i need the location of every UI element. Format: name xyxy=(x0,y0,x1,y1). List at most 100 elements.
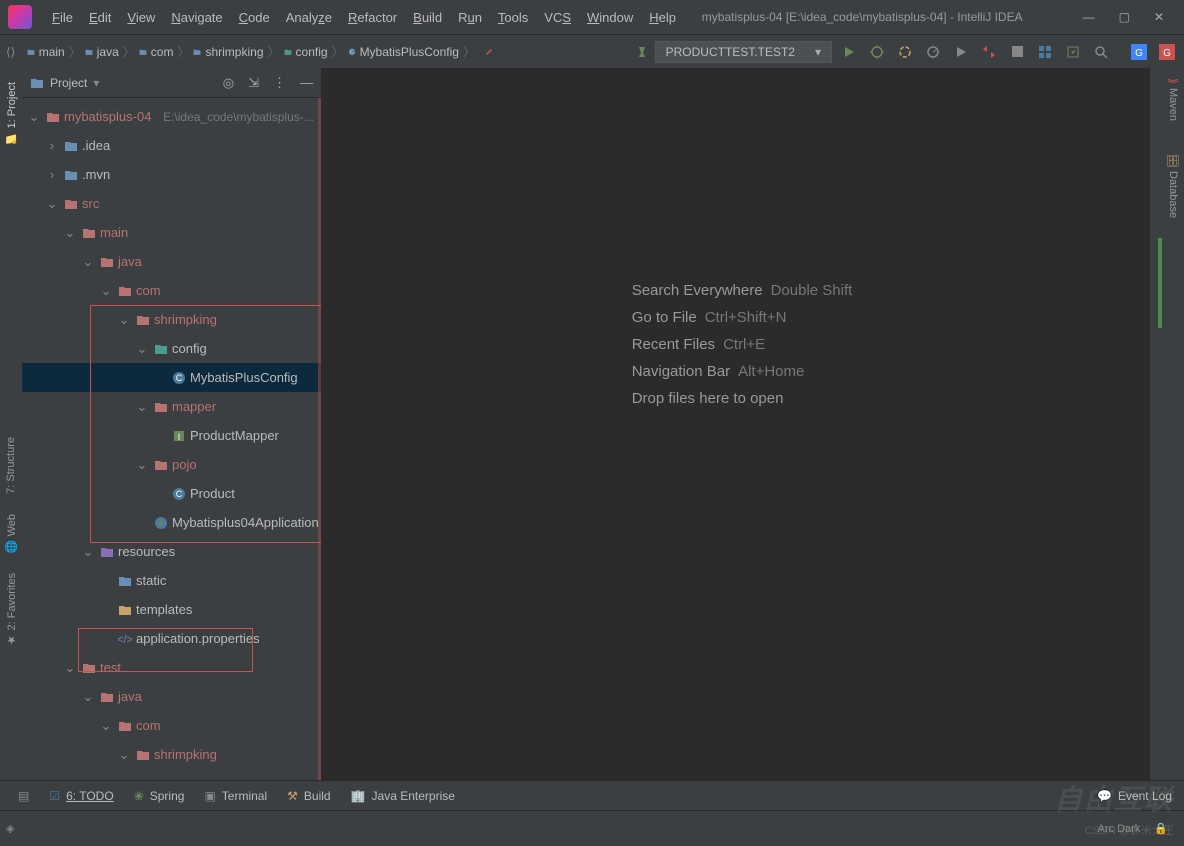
collapse-icon[interactable]: ⇲ xyxy=(248,75,259,91)
tree-productmapper[interactable]: IProductMapper xyxy=(22,421,321,450)
bc-com[interactable]: com xyxy=(139,45,174,59)
hint-recent: Recent FilesCtrl+E xyxy=(632,336,853,353)
sidebar-title[interactable]: Project xyxy=(50,76,87,90)
svg-text:C: C xyxy=(176,373,183,383)
debug-button[interactable] xyxy=(866,41,888,63)
hint-drop: Drop files here to open xyxy=(632,390,853,407)
tree-java2[interactable]: ⌄java xyxy=(22,682,321,711)
tree-src[interactable]: ⌄src xyxy=(22,189,321,218)
editor-empty-state: Search EverywhereDouble Shift Go to File… xyxy=(322,68,1162,780)
tree-mvn[interactable]: ›.mvn xyxy=(22,160,321,189)
app-icon xyxy=(8,5,32,29)
menu-window[interactable]: Window xyxy=(581,8,639,27)
tab-web[interactable]: 🌐 Web xyxy=(5,510,18,557)
tree-mybatisplusconfig[interactable]: CMybatisPlusConfig xyxy=(22,363,321,392)
window-title: mybatisplus-04 [E:\idea_code\mybatisplus… xyxy=(702,10,1023,24)
bc-java[interactable]: java xyxy=(85,45,119,59)
sync-icon[interactable] xyxy=(1062,41,1084,63)
project-sidebar: Project ▾ ◎ ⇲ ⋮ — ⌄mybatisplus-04 E:\ide… xyxy=(22,68,322,780)
settings-icon[interactable]: ⋮ xyxy=(273,75,286,91)
g-icon[interactable]: G xyxy=(1156,41,1178,63)
menu-help[interactable]: Help xyxy=(643,8,682,27)
tree-resources[interactable]: ⌄resources xyxy=(22,537,321,566)
footer-layers-icon[interactable]: ◈ xyxy=(6,822,14,835)
run-button[interactable] xyxy=(838,41,860,63)
tree-templates[interactable]: templates xyxy=(22,595,321,624)
tree-shrimpking2[interactable]: ⌄shrimpking xyxy=(22,740,321,769)
tree-scroll-indicator xyxy=(318,98,321,780)
minimize-button[interactable]: — xyxy=(1083,10,1095,24)
tree-com[interactable]: ⌄com xyxy=(22,276,321,305)
tab-maven[interactable]: ⟫Maven xyxy=(1167,74,1180,125)
close-button[interactable]: ✕ xyxy=(1154,10,1164,24)
menu-view[interactable]: View xyxy=(121,8,161,27)
menu-tools[interactable]: Tools xyxy=(492,8,534,27)
menu-file[interactable]: File xyxy=(46,8,79,27)
status-bar: ▤ ☑6: TODO ❀Spring ▣Terminal ⚒Build 🏢Jav… xyxy=(0,780,1184,810)
navigation-bar: ⟨⟩ main〉 java〉 com〉 shrimpking〉 config〉 … xyxy=(0,34,1184,68)
tree-root[interactable]: ⌄mybatisplus-04 E:\idea_code\mybatisplus… xyxy=(22,102,321,131)
tree-main[interactable]: ⌄main xyxy=(22,218,321,247)
stop-button[interactable] xyxy=(1006,41,1028,63)
coverage-button[interactable] xyxy=(894,41,916,63)
maximize-button[interactable]: ▢ xyxy=(1119,10,1130,24)
tree-appprops[interactable]: </>application.properties xyxy=(22,624,321,653)
bc-shrimpking[interactable]: shrimpking xyxy=(193,45,263,59)
test-icon xyxy=(635,45,649,59)
sb-jee[interactable]: 🏢Java Enterprise xyxy=(351,789,455,803)
tree-test[interactable]: ⌄test xyxy=(22,653,321,682)
hide-icon[interactable]: — xyxy=(300,75,313,91)
watermark-big: 自由互联 xyxy=(1054,778,1174,818)
right-tool-gutter: ⟫Maven 🗄Database xyxy=(1162,68,1184,780)
hint-navbar: Navigation BarAlt+Home xyxy=(632,363,853,380)
tree-config[interactable]: ⌄config xyxy=(22,334,321,363)
main-menu: File Edit View Navigate Code Analyze Ref… xyxy=(46,8,682,27)
sb-build[interactable]: ⚒Build xyxy=(287,789,330,803)
profile-button[interactable] xyxy=(922,41,944,63)
menu-code[interactable]: Code xyxy=(233,8,276,27)
left-tool-gutter: 📁 1: Project 7: Structure 🌐 Web ★ 2: Fav… xyxy=(0,68,22,780)
sb-spring[interactable]: ❀Spring xyxy=(134,789,185,803)
sb-todo[interactable]: ☑6: TODO xyxy=(49,789,113,803)
title-bar: File Edit View Navigate Code Analyze Ref… xyxy=(0,0,1184,34)
tree-pojo[interactable]: ⌄pojo xyxy=(22,450,321,479)
footer-bar: ◈ Arc Dark 🔒 xyxy=(0,810,1184,846)
svg-text:C: C xyxy=(350,49,354,55)
translate-icon[interactable]: G xyxy=(1128,41,1150,63)
menu-analyze[interactable]: Analyze xyxy=(280,8,338,27)
menu-build[interactable]: Build xyxy=(407,8,448,27)
menu-vcs[interactable]: VCS xyxy=(538,8,577,27)
run-config-selector[interactable]: PRODUCTTEST.TEST2▾ xyxy=(655,41,832,63)
editor-scrollbar[interactable] xyxy=(1150,68,1162,780)
sidebar-header: Project ▾ ◎ ⇲ ⋮ — xyxy=(22,68,321,98)
svg-text:I: I xyxy=(178,432,181,442)
tree-mapper[interactable]: ⌄mapper xyxy=(22,392,321,421)
search-icon[interactable] xyxy=(1090,41,1112,63)
target-icon[interactable]: ◎ xyxy=(223,75,234,91)
tree-application[interactable]: Mybatisplus04Application xyxy=(22,508,321,537)
hotswap-button[interactable] xyxy=(978,41,1000,63)
tab-database[interactable]: 🗄Database xyxy=(1167,149,1180,222)
tree-static[interactable]: static xyxy=(22,566,321,595)
menu-run[interactable]: Run xyxy=(452,8,488,27)
watermark-small: CSDN @虾米大王 xyxy=(1085,822,1174,838)
menu-navigate[interactable]: Navigate xyxy=(165,8,228,27)
bc-main[interactable]: main xyxy=(27,45,65,59)
sb-terminal[interactable]: ▣Terminal xyxy=(204,789,267,803)
tree-com2[interactable]: ⌄com xyxy=(22,711,321,740)
tab-favorites[interactable]: ★ 2: Favorites xyxy=(5,569,18,651)
menu-refactor[interactable]: Refactor xyxy=(342,8,403,27)
bc-config[interactable]: config xyxy=(284,45,328,59)
svg-text:G: G xyxy=(1135,48,1143,59)
tree-java[interactable]: ⌄java xyxy=(22,247,321,276)
bc-class[interactable]: CMybatisPlusConfig xyxy=(348,45,459,59)
attach-button[interactable] xyxy=(950,41,972,63)
menu-edit[interactable]: Edit xyxy=(83,8,117,27)
grid-icon[interactable] xyxy=(1034,41,1056,63)
tree-shrimpking[interactable]: ⌄shrimpking xyxy=(22,305,321,334)
tab-structure[interactable]: 7: Structure xyxy=(5,433,17,498)
build-hammer-icon[interactable] xyxy=(485,45,493,59)
tree-product[interactable]: CProduct xyxy=(22,479,321,508)
tree-idea[interactable]: ›.idea xyxy=(22,131,321,160)
tab-project[interactable]: 📁 1: Project xyxy=(5,78,18,149)
